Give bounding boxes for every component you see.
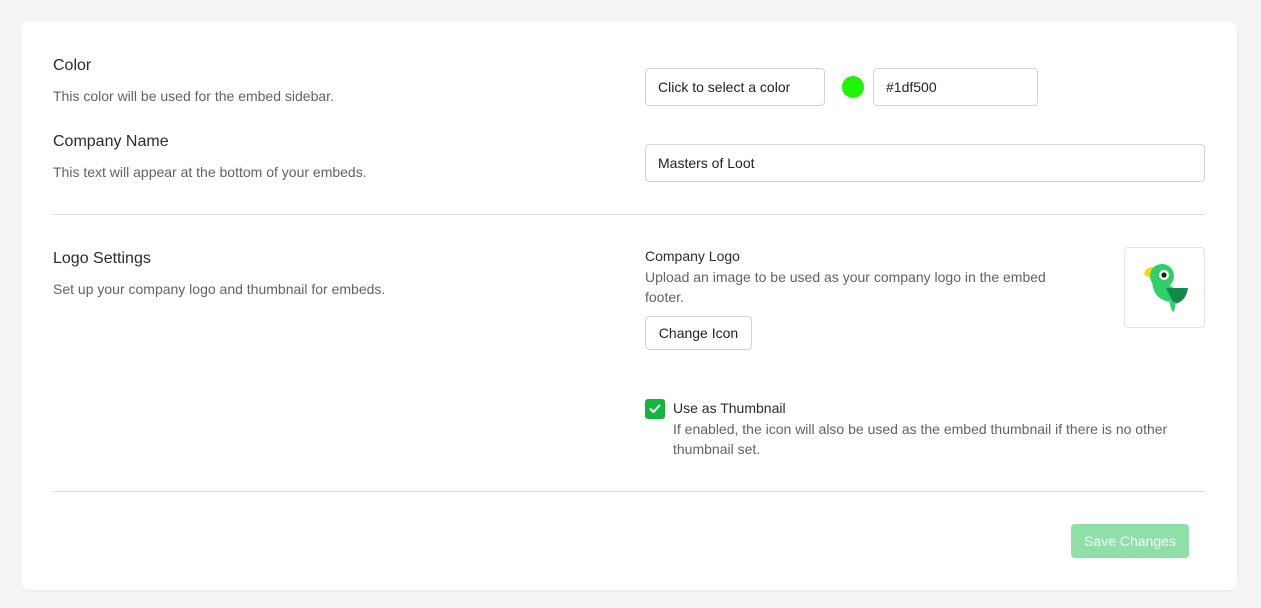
color-title: Color xyxy=(53,57,92,74)
use-thumbnail-checkbox[interactable] xyxy=(645,399,665,419)
color-description: This color will be used for the embed si… xyxy=(53,88,334,104)
company-name-title: Company Name xyxy=(53,133,169,150)
parrot-logo-icon xyxy=(1143,263,1188,312)
color-hex-input[interactable] xyxy=(873,68,1038,106)
settings-card: Color This color will be used for the em… xyxy=(21,22,1237,590)
color-picker-button[interactable]: Click to select a color xyxy=(645,68,825,106)
save-changes-button[interactable]: Save Changes xyxy=(1071,524,1189,558)
logo-settings-description: Set up your company logo and thumbnail f… xyxy=(53,281,386,297)
company-logo-label: Company Logo xyxy=(645,248,740,264)
divider-top xyxy=(53,214,1205,215)
use-thumbnail-description: If enabled, the icon will also be used a… xyxy=(673,421,1168,457)
use-thumbnail-label: Use as Thumbnail xyxy=(673,400,786,416)
company-name-description: This text will appear at the bottom of y… xyxy=(53,164,367,180)
logo-preview xyxy=(1124,247,1205,328)
company-logo-description: Upload an image to be used as your compa… xyxy=(645,269,1046,305)
change-icon-button[interactable]: Change Icon xyxy=(645,316,752,350)
logo-settings-title: Logo Settings xyxy=(53,250,151,267)
check-icon xyxy=(649,404,661,413)
company-name-input[interactable] xyxy=(645,144,1205,182)
divider-bottom xyxy=(53,491,1205,492)
color-swatch[interactable] xyxy=(842,76,864,98)
